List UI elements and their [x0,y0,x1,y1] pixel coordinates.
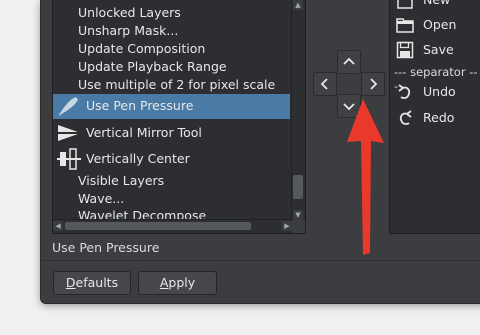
vertical-scrollbar[interactable]: ▲ ▼ [291,0,305,220]
save-icon [396,41,414,59]
horizontal-scrollbar[interactable]: ◀ ▶ [53,219,292,233]
scroll-down-arrow-icon[interactable]: ▼ [293,210,303,220]
folder-icon [396,18,414,33]
scrollbar-thumb[interactable] [65,222,251,230]
scrollbar-corner [292,220,305,233]
move-left-button[interactable] [313,72,337,96]
new-file-icon [397,0,413,9]
list-item[interactable]: Wavelet Decompose [53,204,290,220]
redo-icon [399,110,412,125]
annotation-arrow-icon [347,99,384,255]
scroll-right-arrow-icon[interactable]: ▶ [282,221,292,231]
vertically-center-icon [56,147,82,171]
list-item-use-pen-pressure[interactable]: Use Pen Pressure [53,94,290,119]
defaults-button[interactable]: Defaults [53,271,131,295]
list-item-vertical-mirror-tool[interactable]: Vertical Mirror Tool [53,120,290,146]
scrollbar-thumb[interactable] [293,175,303,199]
action-description: Use Pen Pressure [52,240,160,255]
scroll-left-arrow-icon[interactable]: ◀ [53,221,63,231]
chevron-right-icon [370,78,378,90]
available-actions-list[interactable]: Unlocked Layers Unsharp Mask... Update C… [52,0,306,234]
apply-button[interactable]: Apply [138,271,217,295]
move-up-button[interactable] [337,50,361,74]
chevron-left-icon [320,78,328,90]
chevron-up-icon [343,57,355,65]
move-right-button[interactable] [361,72,385,96]
scroll-up-arrow-icon[interactable]: ▲ [293,0,303,10]
vertical-mirror-icon [56,121,82,145]
divider [42,260,480,261]
pen-pressure-icon [56,94,82,118]
undo-icon [398,84,411,99]
